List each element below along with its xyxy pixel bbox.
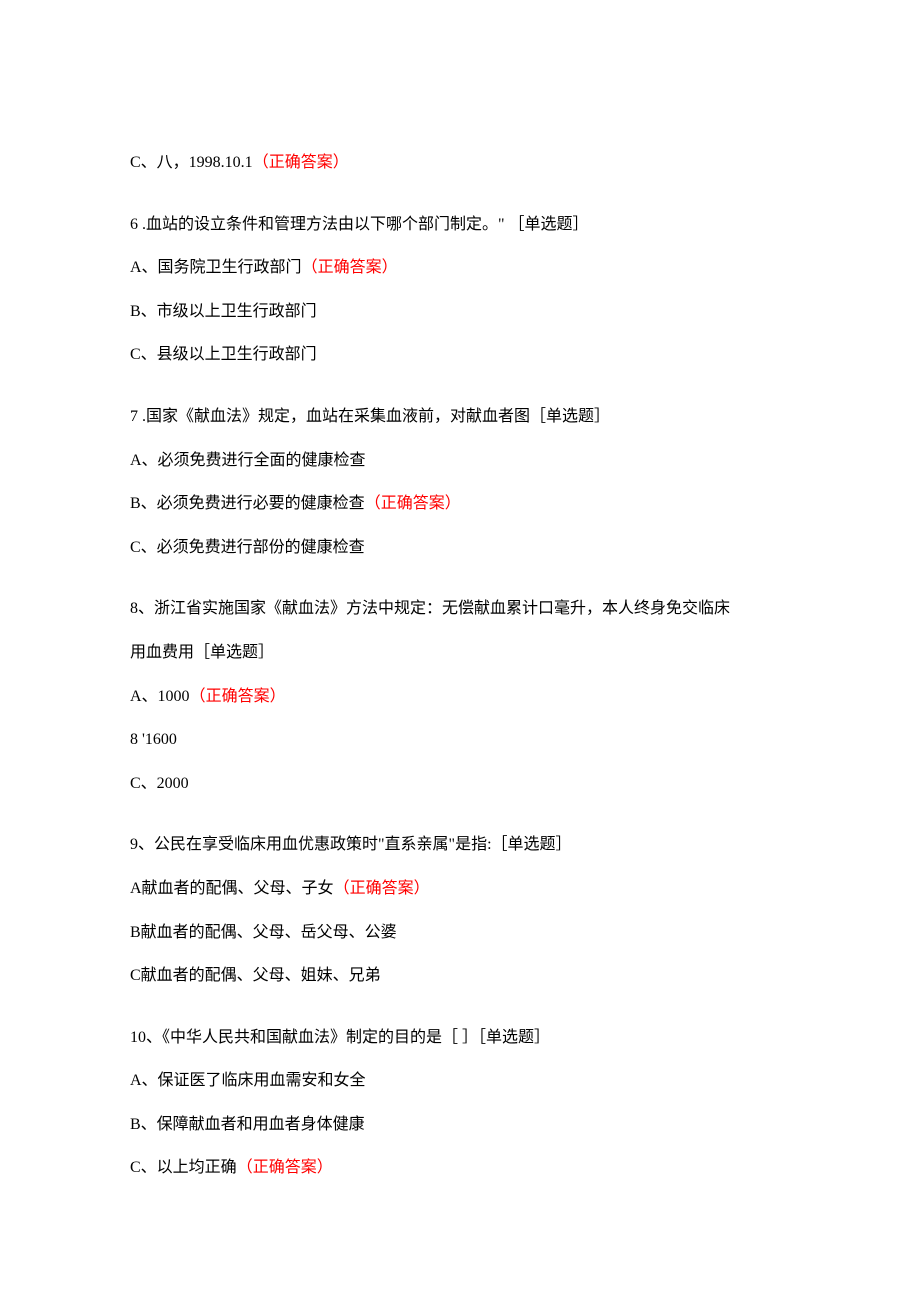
q7-question: 7 .国家《献血法》规定，血站在采集血液前，对献血者图［单选题］ [130,404,790,430]
q9-question: 9、公民在享受临床用血优惠政策时"直系亲属"是指:［单选题］ [130,832,790,858]
q6-option-b: B、市级以上卫生行政部门 [130,299,790,325]
q10-option-c-answer: （正确答案） [237,1159,333,1176]
q7-option-b: B、必须免费进行必要的健康检查（正确答案） [130,491,790,517]
q5-option-c-answer: （正确答案） [253,154,349,171]
q9-option-a-answer: （正确答案） [334,880,430,897]
q7-option-b-answer: （正确答案） [365,495,461,512]
q9-option-c: C献血者的配偶、父母、姐妹、兄弟 [130,963,790,989]
q8-option-c: C、2000 [130,771,790,797]
q5-option-c: C、八，1998.10.1（正确答案） [130,150,790,176]
q6-question: 6 .血站的设立条件和管理方法由以下哪个部门制定。" ［单选题］ [130,212,790,238]
q10-option-b: B、保障献血者和用血者身体健康 [130,1112,790,1138]
q8-question-line2: 用血费用［单选题］ [130,640,790,666]
q10-option-c: C、以上均正确（正确答案） [130,1155,790,1181]
q7-option-a: A、必须免费进行全面的健康检查 [130,448,790,474]
q10-option-a: A、保证医了临床用血需安和女全 [130,1068,790,1094]
q6-option-c: C、县级以上卫生行政部门 [130,342,790,368]
q8-option-a-answer: （正确答案） [190,688,286,705]
q5-option-c-text: C、八，1998.10.1 [130,154,253,171]
q9-option-a-text: A献血者的配偶、父母、子女 [130,880,334,897]
q10-option-c-text: C、以上均正确 [130,1159,237,1176]
q6-option-a-answer: （正确答案） [302,259,398,276]
q8-option-b: 8 '1600 [130,727,790,753]
q6-option-a-text: A、国务院卫生行政部门 [130,259,302,276]
q6-option-a: A、国务院卫生行政部门（正确答案） [130,255,790,281]
q8-option-a: A、1000（正确答案） [130,684,790,710]
q10-question: 10、《中华人民共和国献血法》制定的目的是［ ］［单选题］ [130,1025,790,1051]
q8-option-a-text: A、1000 [130,688,190,705]
q7-option-c: C、必须免费进行部份的健康检查 [130,535,790,561]
q8-question-line1: 8、浙江省实施国家《献血法》方法中规定：无偿献血累计口毫升，本人终身免交临床 [130,596,790,622]
q9-option-a: A献血者的配偶、父母、子女（正确答案） [130,876,790,902]
q9-option-b: B献血者的配偶、父母、岳父母、公婆 [130,920,790,946]
q7-option-b-text: B、必须免费进行必要的健康检查 [130,495,365,512]
